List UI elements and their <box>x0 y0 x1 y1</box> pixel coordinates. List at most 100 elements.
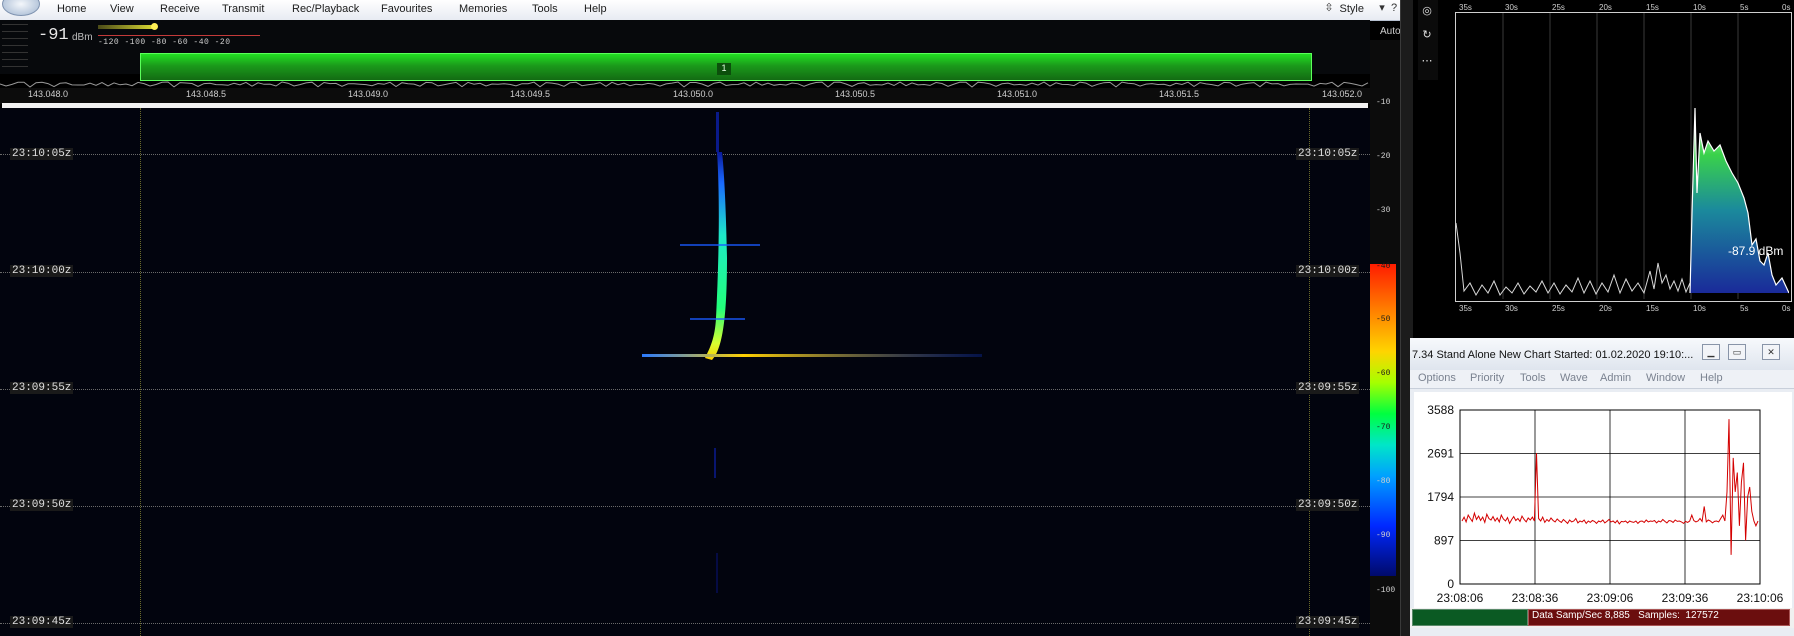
history-top-tick: 15s <box>1646 3 1659 12</box>
refresh-icon[interactable]: ↻ <box>1420 28 1434 42</box>
chart-menu-options[interactable]: Options <box>1418 372 1456 384</box>
signal-level-unit: dBm <box>72 32 93 43</box>
style-menu[interactable]: Style <box>1340 3 1364 15</box>
freq-tick: 143.051.5 <box>1159 89 1200 99</box>
menu-help[interactable]: Help <box>584 3 607 15</box>
target-icon[interactable]: ◎ <box>1420 4 1434 18</box>
signal-level-value: -91 <box>38 26 69 45</box>
chart-menu-help[interactable]: Help <box>1700 372 1723 384</box>
freq-tick: 143.049.5 <box>510 89 551 99</box>
y-tick-label: 1794 <box>1427 490 1454 504</box>
chart-menu-tools[interactable]: Tools <box>1520 372 1546 384</box>
level-tick: -40 <box>1376 262 1391 271</box>
level-tick: -90 <box>1376 531 1391 540</box>
level-tick: -80 <box>1376 477 1391 486</box>
level-tick: -30 <box>1376 206 1391 215</box>
level-tick: -70 <box>1376 423 1391 432</box>
style-dropdown-icon[interactable]: ▾ <box>1376 2 1388 14</box>
waterfall-timestamp: 23:09:50z <box>10 499 74 511</box>
s-meter-indicator <box>151 23 158 30</box>
ribbon-toggle-icon[interactable]: ⇳ <box>1323 2 1335 14</box>
history-bottom-tick: 35s <box>1459 304 1472 313</box>
sample-line-chart: 3588 2691 1794 897 023:08:06 23:08:36 23:09:06… <box>1427 403 1784 605</box>
menu-home[interactable]: Home <box>57 3 86 15</box>
history-bottom-tick: 15s <box>1646 304 1659 313</box>
level-tick: -100 <box>1376 586 1396 595</box>
more-icon[interactable]: ⋯ <box>1420 54 1434 68</box>
history-readout: -87.9 dBm <box>1728 244 1784 258</box>
x-tick-label: 23:09:06 <box>1587 591 1634 605</box>
waterfall-timestamp: 23:09:50z <box>1296 499 1360 511</box>
spectrum-noise-line <box>0 81 1369 88</box>
x-tick-label: 23:08:06 <box>1437 591 1484 605</box>
history-top-tick: 25s <box>1552 3 1565 12</box>
history-bottom-tick: 30s <box>1505 304 1518 313</box>
chart-menu-admin[interactable]: Admin <box>1600 372 1631 384</box>
history-bottom-tick: 5s <box>1740 304 1749 313</box>
waterfall-timestamp: 23:09:45z <box>1296 616 1360 628</box>
history-top-tick: 10s <box>1693 3 1706 12</box>
level-tick: -10 <box>1376 98 1391 107</box>
waterfall-timestamp: 23:10:00z <box>10 265 74 277</box>
menu-rec-playback[interactable]: Rec/Playback <box>292 3 359 15</box>
menu-view[interactable]: View <box>110 3 134 15</box>
level-tick: -20 <box>1376 152 1391 161</box>
history-top-tick: 0s <box>1782 3 1791 12</box>
waterfall-timestamp: 23:10:05z <box>1296 148 1360 160</box>
waterfall-color-scale[interactable] <box>1370 264 1396 576</box>
menu-tools[interactable]: Tools <box>532 3 558 15</box>
freq-tick: 143.050.0 <box>673 89 714 99</box>
waterfall-signal-trace <box>642 112 982 593</box>
history-bottom-tick: 10s <box>1693 304 1706 313</box>
passband-label: 1 <box>717 63 731 75</box>
chart-window-title: 7.34 Stand Alone New Chart Started: 01.0… <box>1412 349 1694 361</box>
waterfall-timestamp: 23:10:05z <box>10 148 74 160</box>
auto-button[interactable]: Auto <box>1380 26 1401 37</box>
freq-tick: 143.049.0 <box>348 89 389 99</box>
history-bottom-tick: 0s <box>1782 304 1791 313</box>
s-meter-scale: -120 -100 -80 -60 -40 -20 <box>98 38 231 47</box>
help-icon[interactable]: ? <box>1388 2 1400 14</box>
freq-tick: 143.050.5 <box>835 89 876 99</box>
chart-menu-window[interactable]: Window <box>1646 372 1685 384</box>
mini-level-scale <box>2 22 28 68</box>
minimize-icon[interactable]: ▁ <box>1702 344 1720 360</box>
y-tick-label: 3588 <box>1427 403 1454 417</box>
y-tick-label: 0 <box>1447 577 1454 591</box>
x-tick-label: 23:09:36 <box>1662 591 1709 605</box>
chart-menu-priority[interactable]: Priority <box>1470 372 1504 384</box>
history-top-tick: 30s <box>1505 3 1518 12</box>
status-text: Data Samp/Sec 8,885 Samples: 127572 <box>1532 610 1719 621</box>
maximize-icon[interactable]: ▭ <box>1728 344 1746 360</box>
freq-tick: 143.052.0 <box>1322 89 1363 99</box>
y-tick-label: 897 <box>1434 534 1454 548</box>
history-top-tick: 5s <box>1740 3 1749 12</box>
close-icon[interactable]: ✕ <box>1762 344 1780 360</box>
s-meter-bar <box>98 25 154 29</box>
waterfall-timestamp: 23:09:55z <box>10 382 74 394</box>
chart-menu-wave[interactable]: Wave <box>1560 372 1588 384</box>
history-bottom-tick: 20s <box>1599 304 1612 313</box>
y-tick-label: 2691 <box>1427 447 1454 461</box>
history-top-tick: 35s <box>1459 3 1472 12</box>
level-tick: -60 <box>1376 369 1391 378</box>
waterfall-timestamp: 23:10:00z <box>1296 265 1360 277</box>
app-menu-button[interactable] <box>2 0 40 16</box>
frequency-axis[interactable]: 143.048.0 143.048.5 143.049.0 143.049.5 … <box>0 88 1370 104</box>
menu-memories[interactable]: Memories <box>459 3 507 15</box>
freq-tick: 143.051.0 <box>997 89 1038 99</box>
x-tick-label: 23:10:06 <box>1737 591 1784 605</box>
spectrum-trace <box>0 81 1369 88</box>
freq-tick: 143.048.0 <box>28 89 69 99</box>
waterfall-timestamp: 23:09:55z <box>1296 382 1360 394</box>
status-indicator <box>1412 609 1528 626</box>
sdr-menubar: Home View Receive Transmit Rec/Playback … <box>0 0 1400 21</box>
waterfall-display[interactable]: 23:10:05z 23:10:05z 23:10:00z 23:10:00z … <box>0 108 1370 636</box>
menu-receive[interactable]: Receive <box>160 3 200 15</box>
menu-favourites[interactable]: Favourites <box>381 3 432 15</box>
x-tick-label: 23:08:36 <box>1512 591 1559 605</box>
menu-transmit[interactable]: Transmit <box>222 3 264 15</box>
waterfall-timestamp: 23:09:45z <box>10 616 74 628</box>
freq-tick: 143.048.5 <box>186 89 227 99</box>
s-meter-redline <box>98 35 260 36</box>
